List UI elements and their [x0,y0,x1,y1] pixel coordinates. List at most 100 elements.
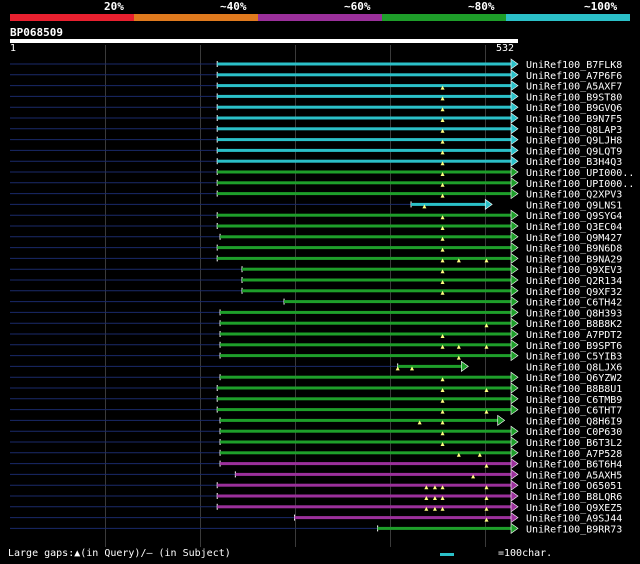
hit-label: UniRef100_Q9XEZ5 [526,503,622,514]
hit-alignment-bar [220,310,512,314]
hit-arrow-head [510,479,519,491]
hit-arrow-head [510,242,519,254]
hit-arrow-head [510,382,519,394]
hit-arrow-head [510,393,519,405]
hit-alignment-plot: UniRef100_B7FLK8UniRef100_A7P6F6UniRef10… [10,58,634,535]
hit-label: UniRef100_B9N6D8 [526,244,622,255]
hit-arrow-head [510,522,519,534]
hit-alignment-bar [284,300,512,304]
hit-alignment-bar [220,235,512,239]
hit-alignment-bar [220,375,512,379]
hit-label: UniRef100_Q9LQT9 [526,146,622,157]
hit-label: UniRef100_B9SPT6 [526,341,622,352]
hit-label: UniRef100_B9ST80 [526,92,622,103]
hit-alignment-bar [217,105,513,109]
hit-label: UniRef100_B8B8U1 [526,384,622,395]
hit-alignment-bar [217,159,513,163]
hit-arrow-head [510,501,519,513]
hit-label: UniRef100_C6THT7 [526,406,622,417]
hit-arrow-head [484,198,493,210]
hit-label: UniRef100_B9N7F5 [526,114,622,125]
hit-alignment-bar [217,408,513,412]
hit-label: UniRef100_B6T6H4 [526,460,622,471]
hit-label: UniRef100_Q8H6I9 [526,416,622,427]
hit-arrow-head [510,252,519,264]
hit-arrow-head [510,512,519,524]
hit-label: UniRef100_A5AXF7 [526,82,622,93]
hit-label: UniRef100_B3H4Q3 [526,157,622,168]
hit-alignment-bar [217,94,513,98]
hit-arrow-head [510,404,519,416]
hit-arrow-head [510,177,519,189]
hit-label: UniRef100_B9RR73 [526,524,622,535]
hit-alignment-bar [242,267,512,271]
hit-alignment-bar [220,429,512,433]
hit-arrow-head [510,296,519,308]
hit-label: UniRef100_A7P528 [526,449,622,460]
hit-arrow-head [510,447,519,459]
hit-alignment-bar [242,289,512,293]
hit-arrow-head [510,339,519,351]
hit-arrow-head [510,123,519,135]
hit-arrow-head [510,101,519,113]
hit-alignment-bar [217,138,513,142]
hit-label: UniRef100_Q6YZW2 [526,373,622,384]
hit-label: UniRef100_Q9LNS1 [526,200,622,211]
scale-label: =100char. [498,548,553,559]
hit-alignment-bar [217,62,513,66]
hit-alignment-bar [217,73,513,77]
hit-alignment-bar [220,440,512,444]
hit-arrow-head [510,166,519,178]
hit-alignment-bar [217,181,513,185]
hit-arrow-head [510,188,519,200]
hit-arrow-head [510,209,519,221]
hit-alignment-bar [217,148,513,152]
hit-arrow-head [510,112,519,124]
hit-label: UniRef100_B8LQR6 [526,492,622,503]
hit-arrow-head [510,90,519,102]
hit-label: UniRef100_Q3EC04 [526,222,622,233]
hit-label: UniRef100_B9NA29 [526,254,622,265]
hit-label: UniRef100_UPI000.. [526,168,634,179]
hit-label: UniRef100_A9SJ44 [526,514,622,525]
hit-alignment-bar [217,256,513,260]
hit-arrow-head [510,328,519,340]
hit-label: UniRef100_A7P6F6 [526,71,622,82]
hit-alignment-bar [217,386,513,390]
hit-alignment-bar [220,343,512,347]
hit-alignment-bar [217,224,513,228]
hit-alignment-bar [220,354,512,358]
hit-arrow-head [510,490,519,502]
hit-alignment-bar [217,170,513,174]
hit-arrow-head [510,263,519,275]
hit-alignment-bar [235,472,512,476]
hit-label: UniRef100_Q9LJH8 [526,136,622,147]
hit-arrow-head [510,306,519,318]
hit-alignment-bar [217,505,513,509]
hit-arrow-head [510,317,519,329]
hit-arrow-head [510,220,519,232]
hit-alignment-bar [217,192,513,196]
hit-alignment-bar [217,127,513,131]
hit-arrow-head [510,80,519,92]
hit-arrow-head [461,360,469,372]
hit-arrow-head [510,285,519,297]
hit-alignment-bar [220,418,499,422]
hit-alignment-bar [217,494,513,498]
hit-arrow-head [510,350,519,362]
scale-bar [440,553,454,556]
hit-alignment-bar [397,364,463,368]
hit-label: UniRef100_C5YIB3 [526,352,622,363]
hit-arrow-head [510,436,519,448]
hit-label: UniRef100_Q9XF32 [526,287,622,298]
hit-alignment-bar [217,483,513,487]
hit-label: UniRef100_UPI000.. [526,179,634,190]
hit-alignment-bar [411,202,487,206]
hit-alignment-bar [242,278,512,282]
hit-alignment-bar [217,397,513,401]
hit-alignment-bar [217,116,513,120]
hit-label: UniRef100_Q8H393 [526,308,622,319]
hit-arrow-head [510,69,519,81]
hit-label: UniRef100_B7FLK8 [526,60,622,71]
hit-label: UniRef100_B8B8K2 [526,319,622,330]
